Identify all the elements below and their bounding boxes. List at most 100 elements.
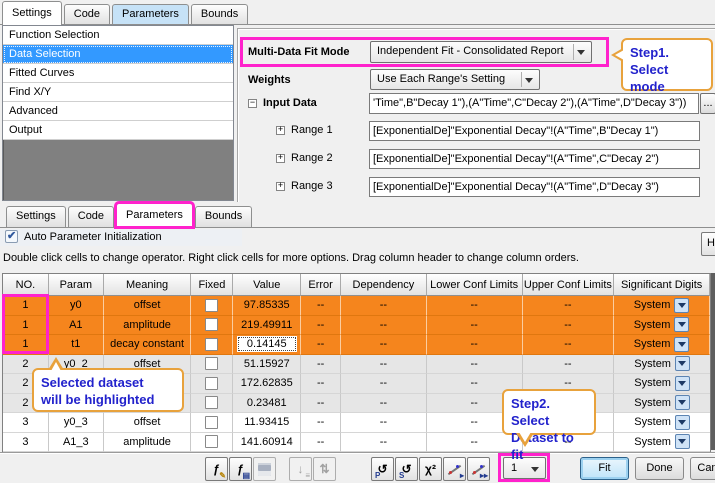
table-cut-edge: [711, 273, 715, 450]
col-header-error[interactable]: Error: [301, 274, 341, 296]
tab-bounds-top[interactable]: Bounds: [191, 4, 248, 25]
edit-function-button[interactable]: ƒ ✎: [205, 457, 228, 481]
list-item-fitted-curves[interactable]: Fitted Curves: [3, 64, 233, 83]
revert-settings-button[interactable]: ↺ S: [395, 457, 418, 481]
table-row[interactable]: 1 y0 offset 97.85335 -- -- -- -- System: [3, 296, 710, 316]
col-header-value[interactable]: Value: [233, 274, 301, 296]
sig-digits-dropdown[interactable]: [675, 434, 690, 449]
list-item-find-xy[interactable]: Find X/Y: [3, 83, 233, 102]
col-header-dependency[interactable]: Dependency: [341, 274, 427, 296]
col-header-meaning[interactable]: Meaning: [104, 274, 192, 296]
table-row[interactable]: 1 t1 decay constant 0.14145 -- -- -- -- …: [3, 335, 710, 355]
multi-data-fit-mode-value: Independent Fit - Consolidated Report: [377, 45, 564, 57]
parameter-tree-button[interactable]: ⇅: [313, 457, 336, 481]
tab-bounds-bottom[interactable]: Bounds: [195, 206, 252, 227]
value-cell[interactable]: 219.49911: [233, 316, 301, 336]
table-row[interactable]: 3 A1_3 amplitude 141.60914 -- -- -- -- S…: [3, 433, 710, 453]
fixed-checkbox[interactable]: [205, 299, 218, 312]
input-data-label: Input Data: [263, 97, 317, 109]
fixed-checkbox[interactable]: [205, 338, 218, 351]
tab-parameters-bottom[interactable]: Parameters: [116, 203, 193, 227]
range3-label: Range 3: [291, 180, 333, 192]
save-function-button[interactable]: [253, 457, 276, 481]
col-header-ucl[interactable]: Upper Conf Limits: [523, 274, 615, 296]
multi-data-fit-mode-label: Multi-Data Fit Mode: [248, 46, 349, 58]
value-cell-focused[interactable]: 0.14145: [237, 336, 297, 352]
range2-field[interactable]: [ExponentialDe]"Exponential Decay"!(A"Ti…: [369, 149, 700, 169]
fixed-checkbox[interactable]: [205, 377, 218, 390]
input-data-field[interactable]: 'Time",B"Decay 1"),(A"Time",C"Decay 2"),…: [369, 93, 699, 114]
tab-settings-bottom[interactable]: Settings: [6, 206, 66, 227]
range2-label: Range 2: [291, 152, 333, 164]
list-item-data-selection[interactable]: Data Selection: [3, 45, 233, 64]
sig-digits-dropdown[interactable]: [675, 356, 690, 371]
collapse-icon[interactable]: [248, 99, 257, 108]
sort-parameters-button[interactable]: ↓ ≡: [289, 457, 312, 481]
range3-field[interactable]: [ExponentialDe]"Exponential Decay"!(A"Ti…: [369, 177, 700, 197]
weights-select[interactable]: Use Each Range's Setting: [370, 69, 540, 90]
step2-callout: Step2. SelectDataset to fit: [502, 389, 596, 435]
expand-icon[interactable]: [276, 154, 285, 163]
fit-until-converged-button[interactable]: ▸▸: [467, 457, 490, 481]
fixed-checkbox[interactable]: [205, 396, 218, 409]
sig-digits-dropdown[interactable]: [675, 395, 690, 410]
col-header-sig-digits[interactable]: Significant Digits: [614, 274, 710, 296]
auto-param-label: Auto Parameter Initialization: [24, 231, 162, 243]
step1-callout: Step1. Selectmode: [621, 38, 713, 91]
expand-icon[interactable]: [276, 126, 285, 135]
revert-parameters-button[interactable]: ↺ P: [371, 457, 394, 481]
function-file-button[interactable]: ƒ ▤: [229, 457, 252, 481]
done-button[interactable]: Done: [635, 457, 684, 480]
value-cell[interactable]: 172.62835: [233, 374, 301, 394]
sig-digits-dropdown[interactable]: [675, 376, 690, 391]
tab-code-bottom[interactable]: Code: [68, 206, 114, 227]
dialog-toolbar: ƒ ✎ ƒ ▤ ↓ ≡ ⇅ ↺ P ↺ S χ² ▸: [0, 452, 715, 483]
table-header-row: NO. Param Meaning Fixed Value Error Depe…: [3, 274, 710, 296]
value-cell[interactable]: 97.85335: [233, 296, 301, 316]
value-cell[interactable]: 51.15927: [233, 355, 301, 375]
save-function-icon: [258, 463, 271, 476]
selected-dataset-callout: Selected datasetwill be highlighted: [32, 368, 184, 412]
list-item-advanced[interactable]: Advanced: [3, 102, 233, 121]
fit-one-iteration-button[interactable]: ▸: [443, 457, 466, 481]
weights-value: Use Each Range's Setting: [377, 73, 505, 85]
table-row[interactable]: 3 y0_3 offset 11.93415 -- -- -- -- Syste…: [3, 413, 710, 433]
fixed-checkbox[interactable]: [205, 318, 218, 331]
list-item-function-selection[interactable]: Function Selection: [3, 26, 233, 45]
sig-digits-dropdown[interactable]: [675, 415, 690, 430]
table-hint-text: Double click cells to change operator. R…: [3, 252, 579, 264]
value-cell[interactable]: 11.93415: [233, 413, 301, 433]
partial-button-cut[interactable]: H: [701, 232, 715, 256]
list-item-output[interactable]: Output: [3, 121, 233, 140]
top-tab-strip: Settings Code Parameters Bounds: [2, 1, 248, 25]
chi-square-button[interactable]: χ²: [419, 457, 442, 481]
sig-digits-dropdown[interactable]: [674, 298, 689, 313]
tab-strip-baseline: [0, 227, 715, 228]
bottom-tab-strip: Settings Code Parameters Bounds: [6, 202, 252, 227]
tab-settings-top[interactable]: Settings: [2, 1, 62, 25]
multi-data-fit-mode-select[interactable]: Independent Fit - Consolidated Report: [370, 41, 592, 63]
fixed-checkbox[interactable]: [205, 416, 218, 429]
tab-parameters-top[interactable]: Parameters: [112, 4, 189, 25]
settings-page-list: Function Selection Data Selection Fitted…: [2, 25, 234, 201]
fit-button[interactable]: Fit: [580, 457, 629, 480]
cancel-button[interactable]: Cancel: [690, 457, 715, 480]
sig-digits-dropdown[interactable]: [674, 337, 689, 352]
fixed-checkbox[interactable]: [205, 357, 218, 370]
value-cell[interactable]: 0.23481: [233, 394, 301, 414]
value-cell[interactable]: 141.60914: [233, 433, 301, 453]
fixed-checkbox[interactable]: [205, 435, 218, 448]
col-header-lcl[interactable]: Lower Conf Limits: [427, 274, 523, 296]
sig-digits-dropdown[interactable]: [674, 317, 689, 332]
col-header-fixed[interactable]: Fixed: [191, 274, 233, 296]
input-data-browse-button[interactable]: ...: [700, 93, 715, 114]
tab-code-top[interactable]: Code: [64, 4, 110, 25]
col-header-no[interactable]: NO.: [3, 274, 49, 296]
range1-label: Range 1: [291, 124, 333, 136]
col-header-param[interactable]: Param: [49, 274, 104, 296]
weights-label: Weights: [248, 74, 291, 86]
range1-field[interactable]: [ExponentialDe]"Exponential Decay"!(A"Ti…: [369, 121, 700, 141]
expand-icon[interactable]: [276, 182, 285, 191]
table-row[interactable]: 1 A1 amplitude 219.49911 -- -- -- -- Sys…: [3, 316, 710, 336]
auto-param-checkbox[interactable]: [5, 230, 18, 243]
